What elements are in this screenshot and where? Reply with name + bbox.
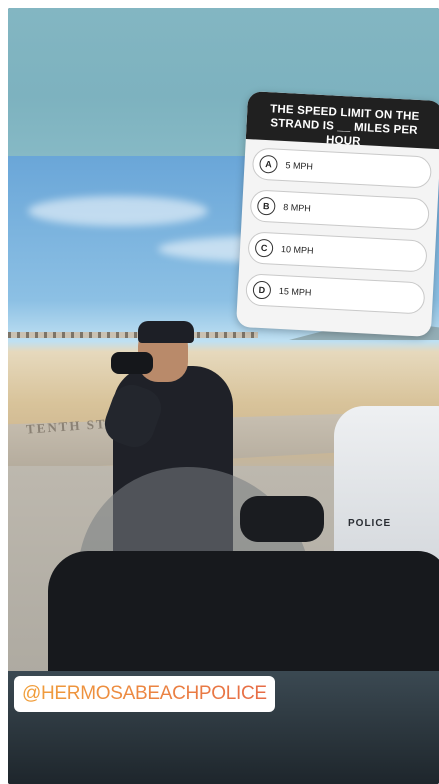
motorcycle-mirror xyxy=(240,496,324,542)
quiz-sticker[interactable]: THE SPEED LIMIT ON THE STRAND IS __ MILE… xyxy=(235,91,439,337)
quiz-option-c[interactable]: C 10 MPH xyxy=(247,231,428,273)
option-letter-b: B xyxy=(256,196,276,216)
option-letter-a: A xyxy=(259,154,278,174)
story-frame: TENTH STRE POLICE THE SPEED LIMIT ON THE… xyxy=(8,8,439,784)
pier xyxy=(8,332,258,338)
option-text-c: 10 MPH xyxy=(280,243,314,256)
police-moto-label: POLICE xyxy=(348,518,392,529)
option-text-b: 8 MPH xyxy=(283,202,312,214)
quiz-option-d[interactable]: D 15 MPH xyxy=(245,273,426,315)
quiz-option-a[interactable]: A 5 MPH xyxy=(251,147,433,189)
mention-sticker[interactable]: @HERMOSABEACHPOLICE xyxy=(14,676,275,712)
officer-cap xyxy=(138,321,194,343)
speed-gun xyxy=(111,352,153,374)
cloud xyxy=(28,196,208,226)
option-text-d: 15 MPH xyxy=(278,285,312,298)
option-text-a: 5 MPH xyxy=(285,160,314,172)
quiz-option-b[interactable]: B 8 MPH xyxy=(249,189,430,231)
option-letter-c: C xyxy=(254,238,274,258)
motorcycle-body xyxy=(48,551,439,671)
quiz-options: A 5 MPH B 8 MPH C 10 MPH D 15 MPH xyxy=(237,139,439,315)
option-letter-d: D xyxy=(252,280,272,300)
